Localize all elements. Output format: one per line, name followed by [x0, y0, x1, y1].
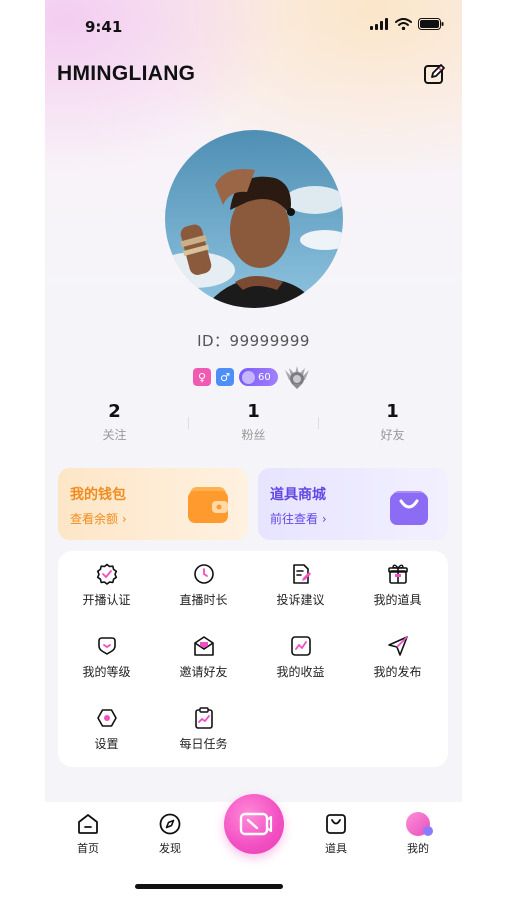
status-time: 9:41 — [85, 18, 123, 36]
menu-label: 我的收益 — [276, 665, 325, 679]
menu-label: 我的道具 — [373, 593, 422, 607]
male-badge-icon: ♂ — [216, 368, 234, 386]
menu-label: 直播时长 — [179, 593, 228, 607]
go-live-button[interactable] — [224, 794, 284, 854]
battery-icon — [418, 18, 444, 30]
divider — [318, 417, 319, 429]
tab-discover[interactable]: 发现 — [140, 812, 200, 856]
menu-label: 开播认证 — [82, 593, 131, 607]
menu-item-my-props[interactable]: 我的道具 — [349, 551, 446, 611]
level-gem-icon — [242, 370, 255, 384]
send-icon — [387, 636, 408, 656]
wifi-icon — [395, 18, 412, 30]
menu-label: 设置 — [94, 737, 119, 751]
menu-item-feedback[interactable]: 投诉建议 — [252, 551, 349, 611]
bag-icon — [326, 814, 346, 834]
home-indicator — [135, 884, 283, 889]
badge-row: ♀ ♂ 60 — [193, 364, 311, 390]
profile-stats: 2 关注 1 粉丝 1 好友 — [45, 400, 462, 450]
feedback-icon — [292, 564, 311, 584]
tab-label: 发现 — [159, 842, 181, 855]
menu-item-live-duration[interactable]: 直播时长 — [155, 551, 252, 611]
tab-label: 首页 — [77, 842, 99, 855]
avatar-photo — [165, 130, 343, 308]
menu-item-my-earnings[interactable]: 我的收益 — [252, 623, 349, 683]
invite-icon — [193, 636, 214, 656]
stat-label: 好友 — [380, 428, 405, 442]
menu-label: 投诉建议 — [276, 593, 325, 607]
level-value: 60 — [258, 371, 271, 383]
tab-label: 道具 — [325, 842, 347, 855]
menu-label: 我的等级 — [82, 665, 131, 679]
menu-item-settings[interactable]: 设置 — [58, 695, 155, 755]
level-icon — [97, 637, 116, 655]
badge-check-icon — [96, 563, 117, 585]
status-icons — [370, 18, 444, 30]
gift-icon — [387, 564, 408, 584]
shop-card[interactable]: 道具商城 前往查看 › — [258, 468, 448, 540]
stat-value: 1 — [386, 401, 399, 422]
video-camera-icon — [239, 812, 273, 836]
shop-title: 道具商城 — [270, 487, 326, 503]
tab-home[interactable]: 首页 — [58, 812, 118, 856]
stat-fans[interactable]: 1 粉丝 — [184, 400, 323, 450]
menu-item-daily-tasks[interactable]: 每日任务 — [155, 695, 252, 755]
avatar[interactable] — [165, 130, 343, 308]
profile-icon — [406, 812, 433, 836]
menu-grid: 开播认证 直播时长 投诉建议 我的道具 我的等级 邀请好友 我的收益 我的发布 … — [58, 551, 448, 767]
compass-icon — [159, 813, 181, 835]
menu-label: 每日任务 — [179, 737, 228, 751]
menu-label: 邀请好友 — [179, 665, 228, 679]
menu-item-my-posts[interactable]: 我的发布 — [349, 623, 446, 683]
home-icon — [78, 814, 98, 834]
cellular-signal-icon — [370, 18, 388, 30]
tab-me[interactable]: 我的 — [388, 812, 448, 856]
stat-label: 粉丝 — [241, 428, 266, 442]
page-title: HMINGLIANG — [57, 62, 196, 85]
stat-value: 1 — [247, 401, 260, 422]
edit-icon[interactable] — [422, 62, 446, 86]
task-icon — [194, 707, 213, 729]
female-badge-icon: ♀ — [193, 368, 211, 386]
phone-screen: 9:41 HMINGLIANG ID：99999999 ♀ ♂ 60 2 关注 … — [45, 0, 462, 900]
settings-icon — [96, 709, 117, 727]
tab-label: 我的 — [407, 842, 429, 855]
stat-friends[interactable]: 1 好友 — [323, 400, 462, 450]
earnings-icon — [290, 636, 311, 656]
menu-item-broadcast-verification[interactable]: 开播认证 — [58, 551, 155, 611]
wallet-icon — [188, 487, 228, 523]
level-badge: 60 — [239, 368, 278, 386]
clock-icon — [193, 564, 214, 584]
shopping-bag-icon — [390, 491, 428, 525]
wallet-link[interactable]: 查看余额 › — [70, 510, 127, 527]
menu-item-my-level[interactable]: 我的等级 — [58, 623, 155, 683]
user-id: ID：99999999 — [197, 332, 310, 350]
stat-label: 关注 — [102, 428, 127, 442]
menu-label: 我的发布 — [373, 665, 422, 679]
tab-props[interactable]: 道具 — [306, 812, 366, 856]
stat-following[interactable]: 2 关注 — [45, 400, 184, 450]
status-bar: 9:41 — [45, 0, 462, 54]
menu-item-invite-friends[interactable]: 邀请好友 — [155, 623, 252, 683]
rank-medal-icon — [284, 366, 309, 389]
stat-value: 2 — [108, 401, 121, 422]
shop-link[interactable]: 前往查看 › — [270, 510, 327, 527]
wallet-card[interactable]: 我的钱包 查看余额 › — [58, 468, 248, 540]
wallet-title: 我的钱包 — [70, 487, 126, 503]
